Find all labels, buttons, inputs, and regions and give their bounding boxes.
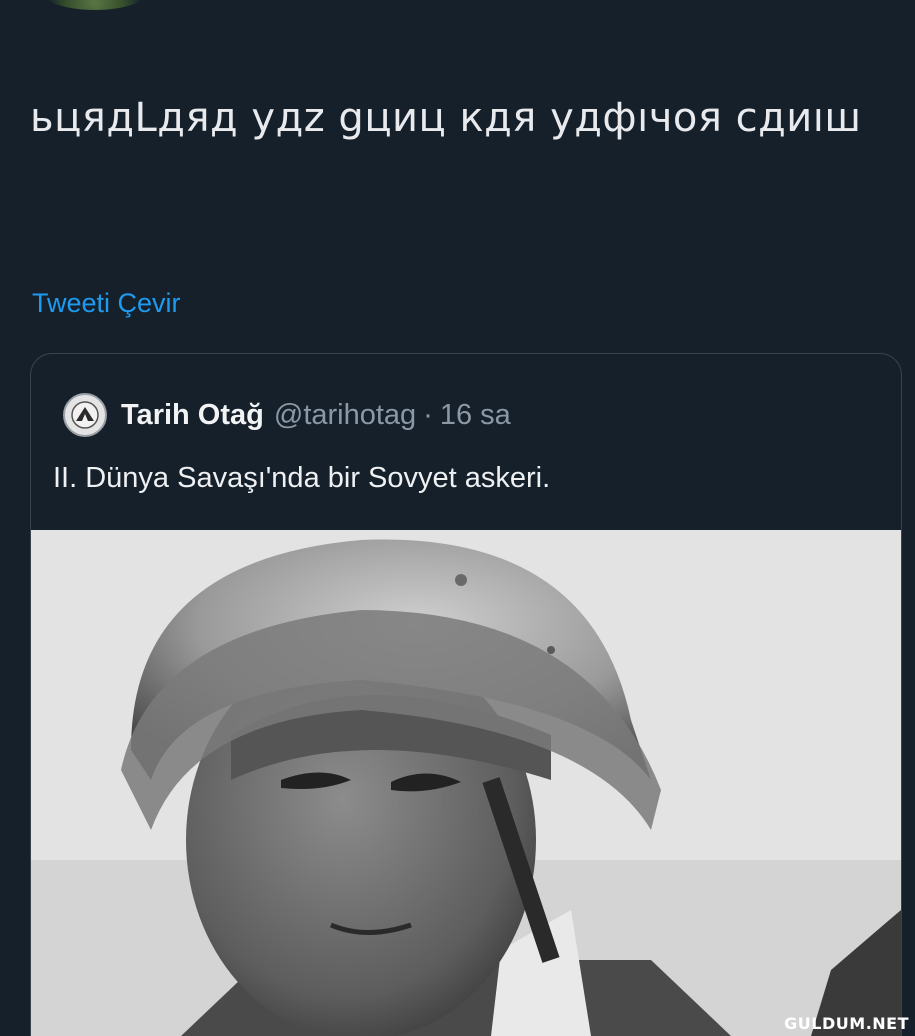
- soldier-portrait-image: [31, 530, 901, 1036]
- tent-logo-icon: [71, 401, 99, 429]
- quoted-author-name[interactable]: Tarih Otağ: [121, 399, 264, 432]
- separator-dot: ·: [423, 398, 433, 431]
- tweet-text: ьцядLдяд удz gциц кдя удфıчоя сдиıш: [30, 95, 862, 141]
- watermark-text: GULDUM.NET: [784, 1014, 909, 1033]
- quoted-tweet-time[interactable]: 16 sa: [440, 399, 511, 432]
- author-avatar[interactable]: [40, 0, 150, 10]
- quoted-tweet-photo[interactable]: [31, 530, 901, 1036]
- quoted-tweet-card[interactable]: Tarih Otağ @tarihotag · 16 sa II. Dünya …: [30, 353, 902, 1036]
- quoted-tweet-text: II. Dünya Savaşı'nda bir Sovyet askeri.: [53, 462, 551, 494]
- translate-tweet-link[interactable]: Tweeti Çevir: [32, 288, 181, 319]
- quoted-author-avatar[interactable]: [63, 393, 107, 437]
- quoted-tweet-header: Tarih Otağ @tarihotag · 16 sa: [63, 392, 511, 438]
- quoted-author-handle[interactable]: @tarihotag: [274, 399, 416, 432]
